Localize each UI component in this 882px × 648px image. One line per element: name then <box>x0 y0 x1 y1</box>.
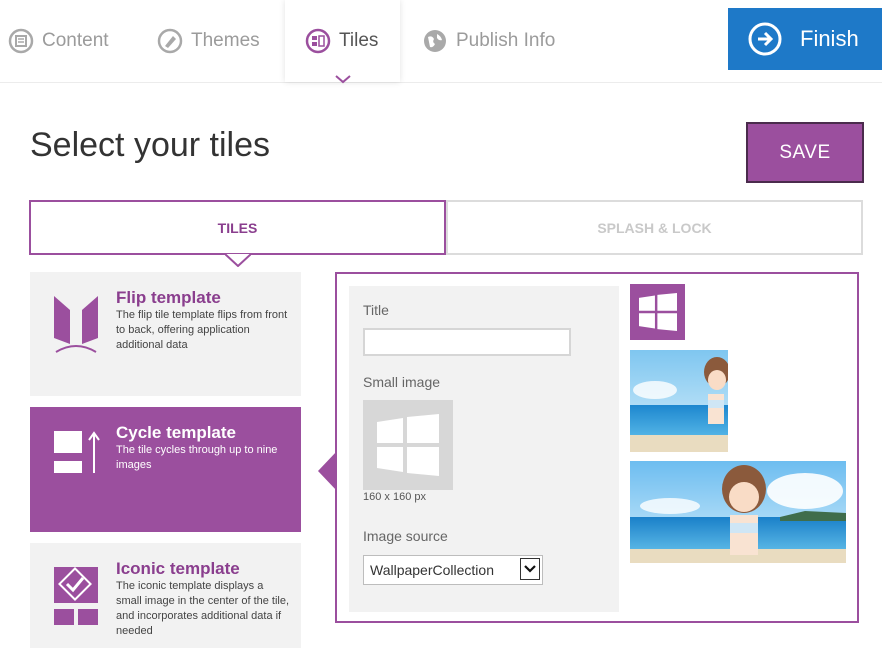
template-title: Iconic template <box>116 559 240 578</box>
subtab-tiles[interactable]: TILES <box>29 200 446 255</box>
small-image-picker[interactable] <box>363 400 453 490</box>
template-description: The tile cycles through up to nine image… <box>116 444 278 471</box>
small-tile-preview <box>630 284 685 340</box>
image-source-value: WallpaperCollection <box>370 562 494 578</box>
tile-settings-panel: Title Small image 160 x 160 px Image sou… <box>335 272 859 623</box>
globe-icon <box>424 30 446 52</box>
title-input[interactable] <box>363 328 571 356</box>
iconic-template-icon <box>54 567 98 625</box>
top-navigation: Content Themes Tiles Publish Info Finish <box>0 0 882 84</box>
windows-logo-icon <box>638 293 677 331</box>
finish-button[interactable]: Finish <box>728 8 882 70</box>
content-icon <box>8 28 34 54</box>
cycle-template-icon <box>54 431 100 473</box>
template-description: The flip tile template flips from front … <box>116 309 288 351</box>
wide-tile-preview <box>630 461 846 563</box>
chevron-down-icon[interactable] <box>520 558 540 580</box>
medium-tile-preview <box>630 350 728 452</box>
tab-publish-info[interactable]: Publish Info <box>422 0 555 82</box>
image-size-hint: 160 x 160 px <box>363 491 426 503</box>
tab-label: Publish Info <box>456 30 556 51</box>
template-card-iconic[interactable]: Iconic template The iconic template disp… <box>30 543 301 648</box>
tab-content[interactable]: Content <box>8 0 109 82</box>
template-card-cycle[interactable]: Cycle template The tile cycles through u… <box>30 407 301 532</box>
tab-label: Tiles <box>339 30 379 51</box>
subtab-pointer-icon <box>225 254 251 267</box>
windows-logo-icon <box>377 414 439 476</box>
subtab-splash-lock[interactable]: SPLASH & LOCK <box>446 200 863 255</box>
image-source-label: Image source <box>363 528 448 544</box>
themes-icon <box>157 28 183 54</box>
small-image-label: Small image <box>363 374 441 390</box>
title-label: Title <box>363 302 389 318</box>
tile-form: Title Small image 160 x 160 px Image sou… <box>349 286 619 612</box>
flip-template-icon <box>54 296 98 353</box>
template-title: Flip template <box>116 288 221 307</box>
template-title: Cycle template <box>116 423 236 442</box>
image-source-select[interactable]: WallpaperCollection <box>363 555 543 585</box>
page-title: Select your tiles <box>30 126 270 164</box>
chevron-down-icon <box>334 75 351 84</box>
tab-label: Themes <box>191 30 260 51</box>
arrow-right-circle-icon <box>748 22 782 56</box>
tiles-icon <box>305 28 331 54</box>
finish-label: Finish <box>800 26 859 51</box>
tab-label: Content <box>42 30 109 51</box>
template-description: The iconic template displays a small ima… <box>116 580 290 637</box>
template-card-flip[interactable]: Flip template The flip tile template fli… <box>30 272 301 396</box>
save-button[interactable]: SAVE <box>746 122 864 183</box>
tab-themes[interactable]: Themes <box>157 0 260 82</box>
tab-tiles[interactable]: Tiles <box>285 0 400 84</box>
